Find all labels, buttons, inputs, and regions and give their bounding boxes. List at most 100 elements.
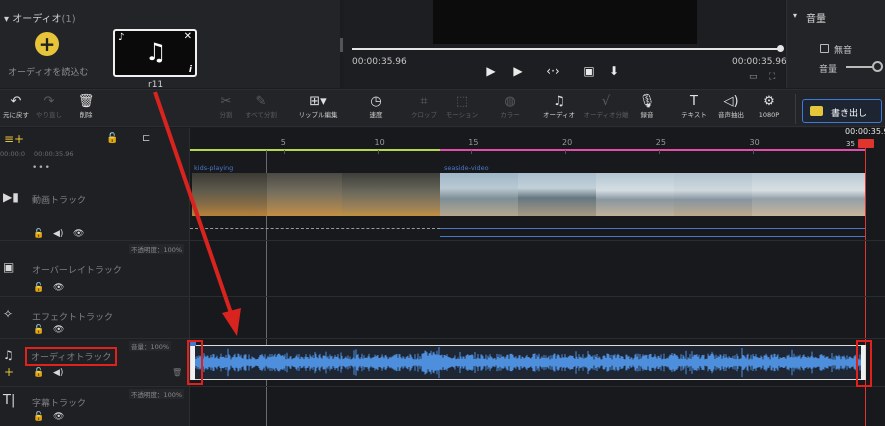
speaker-icon[interactable]: ◀) bbox=[53, 368, 63, 378]
speed-button[interactable]: ◷ 速度 bbox=[355, 94, 397, 120]
fullscreen-icon[interactable]: ⛶ bbox=[769, 72, 775, 82]
microphone-icon: 🎙 bbox=[638, 94, 656, 109]
audio-split-button[interactable]: √ オーディオ分離 bbox=[581, 94, 631, 120]
add-track-icon[interactable]: ≡+ bbox=[4, 132, 24, 146]
highlight-left-edge bbox=[187, 340, 203, 385]
total-time: 00:00:35.96 bbox=[732, 57, 787, 67]
subtitle-opacity: 不透明度：100% bbox=[129, 389, 185, 399]
volume-panel-title: 音量 bbox=[806, 14, 826, 25]
audio-split-icon: √ bbox=[601, 94, 611, 109]
resolution-button[interactable]: ⚙ 1080P bbox=[748, 94, 790, 120]
ruler-tick bbox=[752, 150, 754, 154]
split-all-icon: ✎ bbox=[255, 94, 267, 109]
audio-extract-button[interactable]: ◁) 音声抽出 bbox=[710, 94, 752, 120]
motion-button[interactable]: ⬚ モーション bbox=[441, 94, 483, 120]
trash-icon[interactable]: 🗑 bbox=[172, 368, 182, 377]
video-frame bbox=[752, 173, 865, 216]
subtitle-track-name: 字幕トラック bbox=[32, 399, 87, 409]
overlay-opacity: 不透明度：100% bbox=[129, 244, 185, 254]
ruler-label: 15 bbox=[468, 138, 479, 147]
music-note-icon: ♫ bbox=[3, 348, 14, 362]
video-clip-2-line bbox=[440, 228, 865, 229]
speed-icon: ◷ bbox=[370, 94, 382, 109]
ruler-label: 5 bbox=[280, 138, 286, 147]
ripple-edit-icon: ⊞▾ bbox=[309, 94, 327, 109]
ruler-range-video2 bbox=[440, 149, 865, 151]
music-note-small-icon: ♪ bbox=[118, 32, 125, 43]
export-button[interactable]: 書き出し bbox=[802, 99, 882, 123]
info-icon[interactable]: i bbox=[189, 65, 192, 75]
snapshot-icon[interactable]: ▣ bbox=[581, 63, 597, 79]
lock-icon[interactable]: 🔓 bbox=[33, 368, 44, 378]
ruler-tick bbox=[283, 150, 285, 154]
audio-volume: 音量：100% bbox=[129, 341, 172, 351]
video-clip-2-label: seaside-video bbox=[444, 164, 489, 172]
media-category-header[interactable]: ▾ オーディオ(1) bbox=[4, 10, 76, 25]
add-audio-track-icon[interactable]: + bbox=[4, 365, 14, 379]
speaker-icon: ◁) bbox=[723, 94, 739, 109]
lock-icon[interactable]: 🔓 bbox=[33, 229, 44, 239]
eye-icon[interactable]: 👁 bbox=[53, 412, 64, 422]
ruler-label: 10 bbox=[374, 138, 385, 147]
mute-label: 無音 bbox=[834, 46, 853, 56]
toolbar-divider bbox=[795, 94, 796, 124]
text-button[interactable]: T テキスト bbox=[673, 94, 715, 120]
ripple-edit-button[interactable]: ⊞▾ リップル編集 bbox=[291, 94, 345, 120]
chevron-down-icon: ▾ bbox=[4, 14, 13, 25]
video-frame bbox=[342, 173, 440, 216]
eye-icon[interactable]: 👁 bbox=[73, 229, 84, 239]
audio-thumbnail[interactable]: ♪ ♫ ✕ i bbox=[113, 29, 197, 77]
pip-icon[interactable]: ▭ bbox=[749, 72, 758, 82]
play-icon[interactable]: ▶ bbox=[510, 63, 526, 79]
overlay-track-icon: ▣ bbox=[3, 260, 15, 274]
snap-icon[interactable]: ⊏ bbox=[142, 133, 150, 144]
redo-button[interactable]: ↷ やり直し bbox=[28, 94, 70, 120]
lock-icon[interactable]: 🔓 bbox=[33, 412, 44, 422]
video-track-icon: ▶▮ bbox=[3, 190, 19, 204]
lock-icon[interactable]: 🔓 bbox=[33, 283, 44, 293]
record-button[interactable]: 🎙 録音 bbox=[626, 94, 668, 120]
track-separator bbox=[0, 338, 885, 339]
add-to-timeline-icon[interactable]: ⬇ bbox=[606, 63, 622, 79]
playhead-time: 00:00:35.96 bbox=[845, 127, 885, 136]
track-headers bbox=[0, 128, 190, 426]
playhead-label: 35 bbox=[846, 140, 855, 148]
palette-icon: ◍ bbox=[504, 94, 516, 109]
video-track-name: 動画トラック bbox=[32, 196, 87, 206]
ruler-label: 20 bbox=[562, 138, 573, 147]
lock-icon[interactable]: 🔓 bbox=[33, 325, 44, 335]
lock-all-icon[interactable]: 🔓 bbox=[106, 133, 118, 144]
audio-clip[interactable] bbox=[190, 345, 866, 380]
playback-progress-bar[interactable] bbox=[352, 48, 782, 50]
play-from-start-icon[interactable]: ▶ bbox=[483, 63, 499, 79]
playback-progress-knob[interactable] bbox=[777, 45, 784, 52]
ruler-tick bbox=[377, 150, 379, 154]
color-button[interactable]: ◍ カラー bbox=[489, 94, 531, 120]
speaker-icon[interactable]: ◀) bbox=[53, 229, 63, 239]
video-clip-strip[interactable] bbox=[192, 173, 865, 216]
delete-button[interactable]: 🗑 削除 bbox=[65, 94, 107, 120]
track-menu-icon[interactable]: ••• bbox=[32, 163, 51, 173]
gear-icon: ⚙ bbox=[763, 94, 775, 109]
split-all-button[interactable]: ✎ すべて分割 bbox=[240, 94, 282, 120]
chevron-down-icon[interactable]: ▾ bbox=[793, 11, 797, 20]
playhead-handle[interactable] bbox=[858, 139, 874, 148]
plus-icon[interactable]: + bbox=[35, 32, 59, 56]
crop-button[interactable]: ⌗ クロップ bbox=[403, 94, 445, 120]
audio-settings-icon: ♫ bbox=[553, 94, 565, 109]
track-separator bbox=[0, 296, 885, 297]
redo-icon: ↷ bbox=[43, 94, 55, 109]
eye-icon[interactable]: 👁 bbox=[53, 325, 64, 335]
text-icon: T bbox=[690, 94, 698, 109]
volume-slider-knob[interactable] bbox=[872, 61, 883, 72]
audio-button[interactable]: ♫ オーディオ bbox=[538, 94, 580, 120]
close-icon[interactable]: ✕ bbox=[184, 31, 192, 42]
eye-icon[interactable]: 👁 bbox=[53, 283, 64, 293]
ruler-label: 30 bbox=[749, 138, 760, 147]
audio-waveform bbox=[192, 346, 863, 379]
video-clip-1-selection bbox=[190, 228, 440, 229]
step-frames-icon[interactable]: ‹·› bbox=[538, 63, 568, 79]
mute-checkbox[interactable] bbox=[820, 44, 829, 53]
import-audio-label[interactable]: オーディオを読込む bbox=[8, 65, 88, 78]
video-frame bbox=[674, 173, 752, 216]
